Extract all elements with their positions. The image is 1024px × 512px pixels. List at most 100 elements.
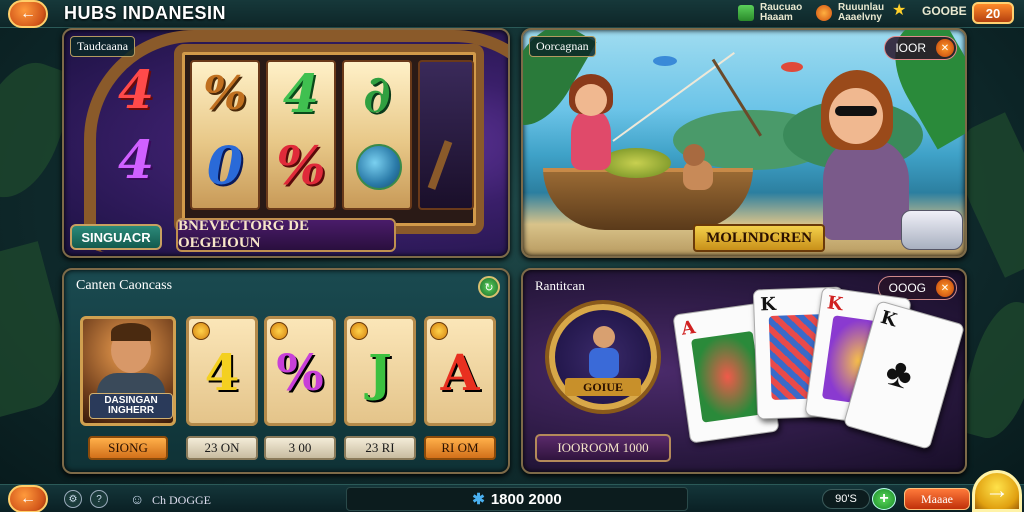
reel-symbol: 0 (206, 136, 244, 197)
coins-counter[interactable]: 90'S (822, 489, 870, 509)
card-play-button[interactable]: IOOROOM 1000 (535, 434, 671, 462)
slot-banner: BNEVECTORG DE OEGEIOUN (176, 218, 396, 252)
card-symbol: J (368, 343, 392, 402)
card-art (691, 330, 765, 423)
coins-counter-label: 90'S (835, 493, 857, 505)
card-rank: A (680, 316, 697, 340)
arrow-left-icon: ← (20, 490, 36, 507)
badge-icon (192, 322, 210, 340)
character-emblem[interactable]: GOIUE (549, 304, 657, 410)
card-symbol: % (276, 343, 324, 402)
woman-angler (823, 140, 909, 240)
reel-1[interactable]: % 0 (190, 60, 260, 210)
help-icon[interactable]: ? (90, 490, 108, 508)
add-coins-button[interactable]: + (872, 488, 896, 510)
hero-select-button[interactable]: SIONG (88, 436, 168, 460)
card-symbol: 4 (204, 343, 240, 402)
fish-icon (781, 62, 803, 72)
back-button[interactable]: ← (8, 0, 48, 28)
rower-head (683, 144, 705, 166)
stat-stars[interactable]: ★ GOOBE (892, 3, 967, 19)
card-pill-label: OOOG (888, 281, 926, 295)
club-icon: ♣ (880, 348, 918, 399)
reel-2[interactable]: 4 % (266, 60, 336, 210)
bottom-back-button[interactable]: ← (8, 485, 48, 512)
close-icon[interactable]: ✕ (936, 39, 954, 57)
slot-reels: % 0 4 % ∂ (174, 44, 484, 234)
character-card[interactable]: A (424, 316, 496, 426)
boat (543, 168, 753, 230)
woman-angler-head (829, 88, 883, 144)
reel-symbol: % (276, 136, 326, 197)
fisher-girl (571, 110, 611, 170)
badge-icon (430, 322, 448, 340)
slot-play-button[interactable]: SINGUACR (70, 224, 162, 250)
level-badge[interactable]: 20 (972, 2, 1014, 24)
stat-coins-label: Raucuao Haaam (760, 2, 803, 23)
characters-panel-title: Canten Caoncass (76, 278, 173, 293)
top-bar: ← HUBS INDANESIN Raucuao Haaam Ruuunlau … (0, 0, 1024, 28)
card-rank: K (825, 292, 845, 316)
gem-icon (816, 5, 832, 21)
side-symbol: 4 (118, 60, 155, 121)
card-symbol: A (440, 343, 480, 402)
emblem-figure-head (593, 326, 615, 348)
fish-icon (653, 56, 677, 66)
stat-stars-label: GOOBE (922, 4, 967, 18)
sunglasses-icon (835, 106, 877, 116)
card-price-button[interactable]: 23 ON (186, 436, 258, 460)
balance-value: 1800 2000 (490, 490, 562, 508)
app-title: HUBS INDANESIN (64, 3, 227, 23)
fisher-girl-head (575, 84, 607, 116)
stat-gems-label: Ruuunlau Aaaelvny (838, 2, 885, 23)
card-price-button[interactable]: RI OM (424, 436, 496, 460)
badge-icon (270, 322, 288, 340)
character-card[interactable]: 4 (186, 316, 258, 426)
character-card[interactable]: J (344, 316, 416, 426)
coin-icon: ✱ (472, 491, 485, 508)
card-price-button[interactable]: 3 00 (264, 436, 336, 460)
reel-symbol: % (203, 66, 247, 120)
characters-panel[interactable]: Canten Caoncass ↻ DASINGAN INGHERR SIONG… (62, 268, 510, 474)
character-card[interactable]: % (264, 316, 336, 426)
star-icon: ★ (892, 2, 907, 19)
hero-card[interactable]: DASINGAN INGHERR (80, 316, 176, 426)
close-icon[interactable]: ✕ (936, 279, 954, 297)
arrow-left-icon: ← (20, 5, 36, 22)
hero-portrait-hair (111, 323, 151, 341)
card-rank: K (878, 306, 900, 332)
reel-4[interactable] (418, 60, 474, 210)
reel-3[interactable]: ∂ (342, 60, 412, 210)
hero-label: DASINGAN INGHERR (89, 393, 173, 419)
fishing-pill-label: IOOR (895, 41, 926, 55)
slot-game-panel[interactable]: 4 4 % 0 4 % ∂ BNEVECTORG DE OEGEIOUN SIN… (62, 28, 510, 258)
emblem-figure-body (589, 348, 619, 378)
mega-button[interactable]: Maaae (904, 488, 970, 510)
fishing-title-plate: MOLINDCREN (693, 224, 825, 252)
fishing-top-pill[interactable]: IOOR ✕ (884, 36, 957, 60)
fishing-game-panel[interactable]: Oorcagnan IOOR ✕ MOLINDCREN (521, 28, 967, 258)
slot-panel-title: Taudcaana (70, 36, 136, 57)
card-panel-title: Rantitcan (535, 278, 585, 293)
balance-display: ✱ 1800 2000 (346, 487, 688, 511)
stat-coins[interactable]: Raucuao Haaam (738, 3, 802, 23)
arrow-right-icon: → (985, 477, 1009, 504)
user-icon[interactable]: ☺ (130, 491, 144, 507)
card-game-panel[interactable]: Rantitcan OOOG ✕ GOIUE IOOROOM 1000 A K … (521, 268, 967, 474)
card-rank: K (759, 293, 777, 316)
bottom-bar: ← ⚙ ? ☺ Ch DOGGE ✱ 1800 2000 90'S + Maaa… (0, 484, 1024, 512)
settings-icon[interactable]: ⚙ (64, 490, 82, 508)
cash-icon (738, 5, 754, 21)
side-symbol: 4 (118, 130, 155, 191)
play-go-button[interactable]: → (972, 470, 1022, 512)
sewing-machine-icon (901, 210, 963, 250)
globe-icon (356, 144, 402, 190)
card-price-button[interactable]: 23 RI (344, 436, 416, 460)
reel-symbol: ∂ (363, 64, 391, 125)
badge-icon (350, 322, 368, 340)
emblem-label: GOIUE (565, 378, 641, 396)
fruit-basket (601, 148, 671, 178)
stat-gems[interactable]: Ruuunlau Aaaelvny (816, 3, 884, 23)
fishing-panel-title: Oorcagnan (529, 36, 596, 57)
refresh-icon[interactable]: ↻ (478, 276, 500, 298)
